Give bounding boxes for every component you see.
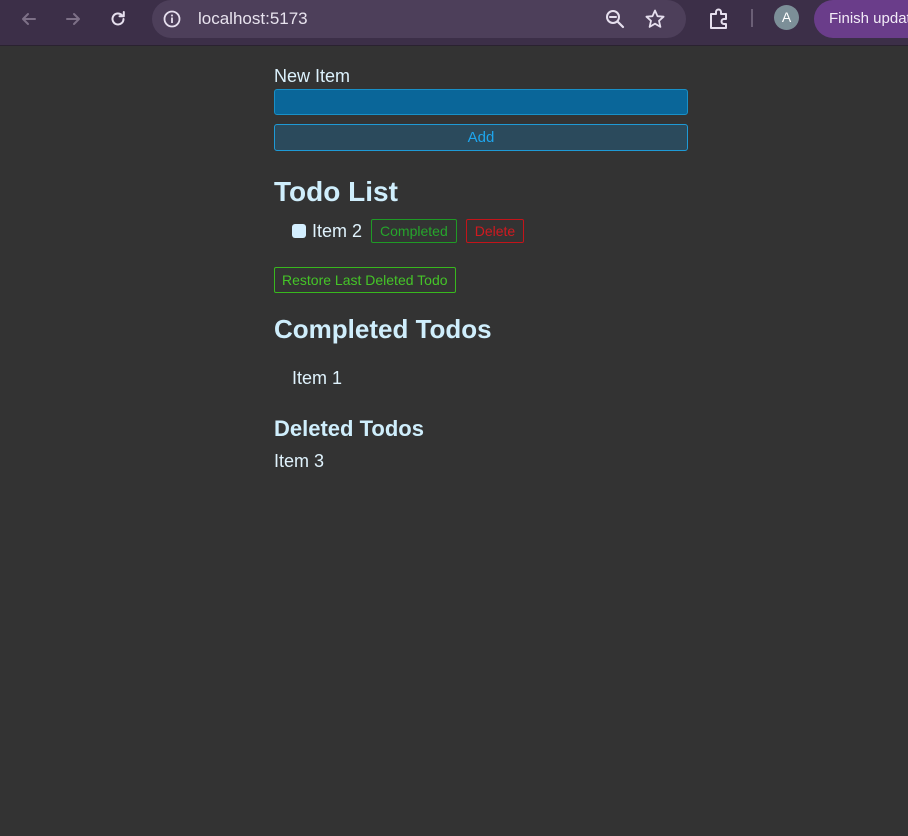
completed-list-item: Item 1	[292, 368, 343, 388]
deleted-todos-heading: Deleted Todos	[274, 416, 424, 441]
todo-item-text: Item 2	[312, 220, 363, 241]
todo-checkbox[interactable]	[292, 224, 306, 238]
finish-update-button[interactable]: Finish update	[814, 0, 908, 38]
address-bar[interactable]: localhost:5173	[152, 0, 686, 38]
zoom-out-icon[interactable]	[604, 8, 626, 30]
new-item-input[interactable]	[274, 89, 688, 115]
info-icon[interactable]	[162, 9, 182, 29]
toolbar-divider	[751, 9, 753, 27]
forward-button[interactable]	[58, 6, 88, 32]
browser-toolbar: localhost:5173 A Finish update	[0, 0, 908, 46]
avatar[interactable]: A	[774, 5, 799, 30]
new-item-label: New Item	[274, 66, 351, 86]
arrow-right-icon	[66, 13, 80, 25]
completed-todos-heading: Completed Todos	[274, 314, 492, 344]
completed-button[interactable]: Completed	[371, 219, 457, 243]
puzzle-icon[interactable]	[706, 6, 732, 32]
reload-button[interactable]	[103, 6, 133, 32]
star-icon[interactable]	[644, 8, 666, 30]
back-button[interactable]	[14, 6, 44, 32]
reload-icon	[111, 11, 125, 26]
restore-last-deleted-button[interactable]: Restore Last Deleted Todo	[274, 267, 456, 293]
add-button[interactable]: Add	[274, 124, 688, 151]
url-text[interactable]: localhost:5173	[198, 9, 308, 29]
todo-item: Item 2 Completed Delete	[292, 218, 525, 244]
todo-list-heading: Todo List	[274, 176, 398, 207]
delete-button[interactable]: Delete	[465, 219, 525, 243]
deleted-list-item: Item 3	[274, 451, 325, 471]
arrow-left-icon	[22, 13, 36, 25]
